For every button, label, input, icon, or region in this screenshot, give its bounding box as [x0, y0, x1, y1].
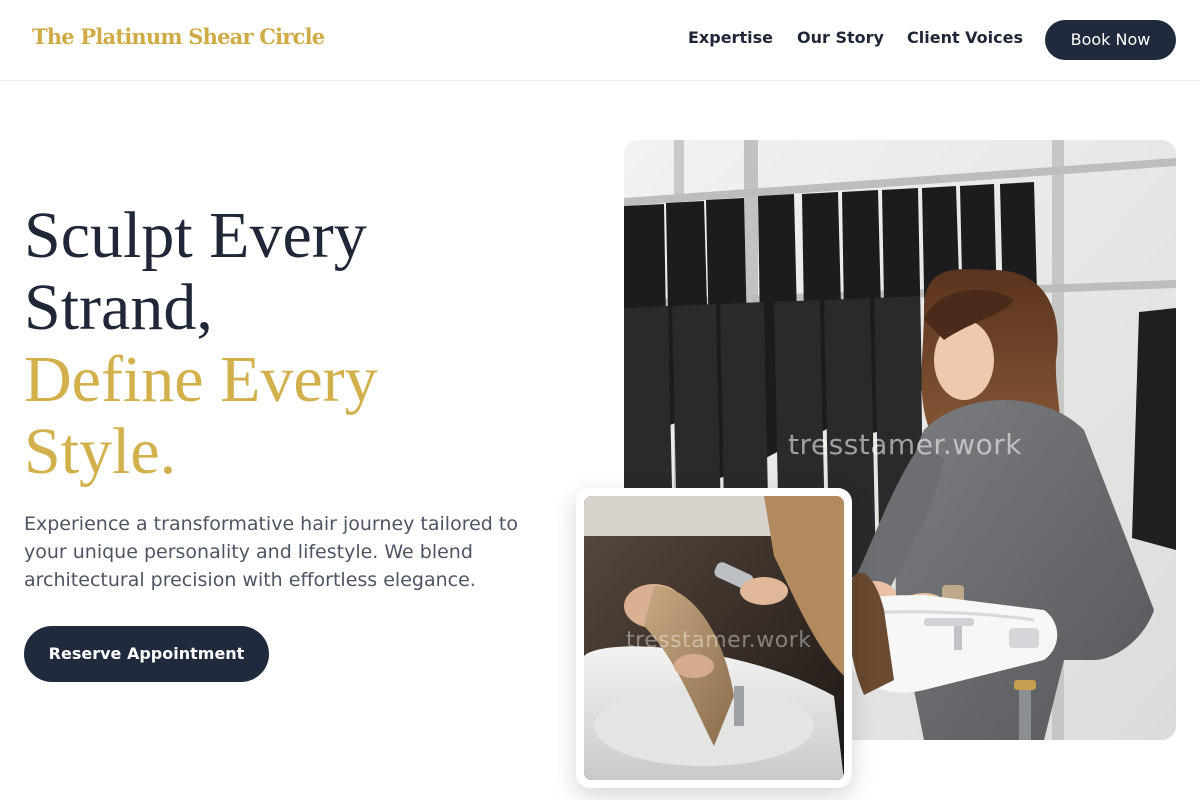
nav-link-our-story[interactable]: Our Story	[797, 28, 884, 47]
reserve-appointment-button[interactable]: Reserve Appointment	[24, 626, 269, 682]
site-header: The Platinum Shear Circle Expertise Our …	[0, 0, 1200, 81]
nav-link-expertise[interactable]: Expertise	[688, 28, 773, 47]
hero-title: Sculpt Every Strand, Define Every Style.	[24, 200, 544, 488]
book-now-button[interactable]: Book Now	[1045, 20, 1176, 60]
hero-title-line: Strand,	[24, 271, 213, 344]
brand-logo[interactable]: The Platinum Shear Circle	[32, 24, 325, 49]
hero-title-line-accent: Style.	[24, 415, 177, 488]
nav-link-client-voices[interactable]: Client Voices	[907, 28, 1023, 47]
hero-subtitle: Experience a transformative hair journey…	[24, 513, 518, 591]
hair-wash-illustration	[584, 496, 844, 780]
client-hair-wash-photo	[584, 496, 844, 780]
hero-title-line: Sculpt Every	[24, 199, 367, 272]
hero-title-line-accent: Define Every	[24, 343, 378, 416]
